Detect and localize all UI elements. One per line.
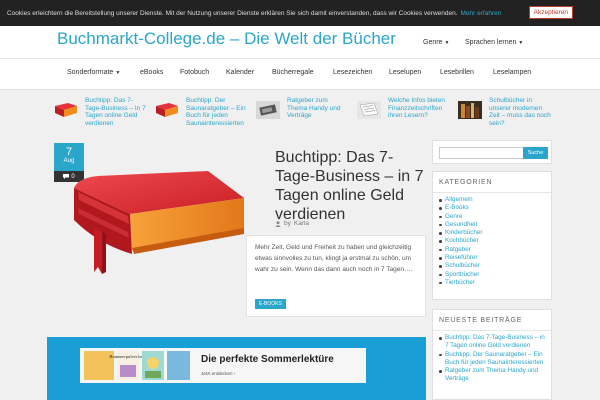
category-item[interactable]: Allgemein bbox=[439, 196, 547, 204]
recent-post-list: Buchtipp: Das 7-Tage-Business – in 7 Tag… bbox=[439, 334, 547, 384]
category-item[interactable]: Gesundheit bbox=[439, 221, 547, 229]
featured-post[interactable]: Buchtipp: Der Saunaratgeber – Ein Buch f… bbox=[155, 97, 247, 133]
caret-down-icon: ▼ bbox=[115, 70, 121, 76]
cookie-more-link[interactable]: Mehr erfahren bbox=[461, 10, 502, 17]
cookie-bar: Cookies erleichtern die Bereitstellung u… bbox=[0, 0, 600, 26]
phone-photo-thumbnail bbox=[256, 101, 280, 119]
widget-title: KATEGORIEN bbox=[439, 179, 493, 186]
caret-down-icon: ▼ bbox=[444, 40, 450, 46]
recent-post-item[interactable]: Ratgeber zum Thema Handy und Verträge bbox=[439, 367, 547, 384]
categories-widget: KATEGORIEN Allgemein E-Books Genre Gesun… bbox=[432, 171, 552, 300]
featured-post[interactable]: Schulbücher in unserer modernen Zeit – m… bbox=[458, 97, 551, 133]
promo-banner: Brunnen-pulver hexe Die perfekte Sommerl… bbox=[47, 337, 426, 400]
recent-post-item[interactable]: Buchtipp: Der Saunaratgeber – Ein Buch f… bbox=[439, 351, 547, 368]
featured-post[interactable]: Welche Infos bieten Finanzzeitschriften … bbox=[357, 97, 449, 133]
category-item[interactable]: E-Books bbox=[439, 204, 547, 212]
post-meta: by Karla bbox=[275, 220, 309, 227]
search-button[interactable]: Suche bbox=[523, 147, 548, 159]
post-title[interactable]: Buchtipp: Das 7-Tage-Business – in 7 Tag… bbox=[275, 148, 425, 224]
category-item[interactable]: Tierbücher bbox=[439, 279, 547, 287]
recent-post-item[interactable]: Buchtipp: Das 7-Tage-Business – in 7 Tag… bbox=[439, 334, 547, 351]
promo-link[interactable]: Jetzt entdecken › bbox=[201, 371, 235, 376]
red-book-image[interactable] bbox=[68, 168, 246, 280]
category-list: Allgemein E-Books Genre Gesundheit Kinde… bbox=[439, 196, 547, 287]
featured-posts: Buchtipp: Das 7-Tage-Business – In 7 Tag… bbox=[0, 90, 600, 134]
category-item[interactable]: Ratgeber bbox=[439, 246, 547, 254]
author-prefix: by bbox=[284, 220, 291, 227]
recent-posts-widget: NEUESTE BEITRÄGE Buchtipp: Das 7-Tage-Bu… bbox=[432, 309, 552, 400]
nav-item-kalender[interactable]: Kalender bbox=[226, 69, 254, 76]
book-cover-text: Brunnen-pulver hexe bbox=[109, 354, 146, 359]
nav-item-lesebrillen[interactable]: Lesebrillen bbox=[440, 69, 474, 76]
site-title[interactable]: Buchmarkt-College.de – Die Welt der Büch… bbox=[57, 29, 396, 49]
cookie-accept-button[interactable]: Akzeptieren bbox=[528, 6, 573, 19]
promo-ad[interactable]: Brunnen-pulver hexe Die perfekte Sommerl… bbox=[80, 348, 366, 383]
search-input[interactable] bbox=[439, 147, 524, 159]
widget-divider bbox=[433, 192, 551, 193]
caret-down-icon: ▼ bbox=[518, 40, 524, 46]
featured-title: Schulbücher in unserer modernen Zeit – m… bbox=[489, 97, 551, 127]
red-book-thumbnail bbox=[55, 103, 77, 117]
post-author[interactable]: Karla bbox=[294, 220, 309, 227]
featured-title: Welche Infos bieten Finanzzeitschriften … bbox=[388, 97, 445, 119]
post-excerpt-box: Mehr Zeit, Geld und Freiheit zu haben un… bbox=[246, 235, 426, 317]
category-tag[interactable]: E-BOOKS bbox=[255, 299, 286, 309]
post-excerpt: Mehr Zeit, Geld und Freiheit zu haben un… bbox=[255, 244, 413, 273]
category-item[interactable]: Reiseführer bbox=[439, 254, 547, 262]
post-month: Aug bbox=[63, 158, 75, 164]
top-nav-genre[interactable]: Genre ▼ bbox=[423, 39, 449, 46]
nav-item-sonderformate[interactable]: Sonderformate ▼ bbox=[67, 69, 120, 76]
top-nav-label: Genre bbox=[423, 39, 443, 46]
user-icon bbox=[275, 220, 281, 227]
top-nav-label: Sprachen lernen bbox=[465, 39, 517, 46]
cookie-message: Cookies erleichtern die Bereitstellung u… bbox=[7, 9, 458, 17]
category-item[interactable]: Genre bbox=[439, 213, 547, 221]
featured-title: Ratgeber zum Thema Handy und Verträge bbox=[287, 97, 341, 119]
nav-item-ebooks[interactable]: eBooks bbox=[140, 69, 163, 76]
search-widget: Suche bbox=[432, 140, 552, 164]
site-header: Buchmarkt-College.de – Die Welt der Büch… bbox=[0, 26, 600, 58]
category-item[interactable]: Kinderbücher bbox=[439, 229, 547, 237]
nav-item-buecherregale[interactable]: Bücherregale bbox=[272, 69, 314, 76]
category-item[interactable]: Sportbücher bbox=[439, 271, 547, 279]
school-books-thumbnail bbox=[458, 101, 482, 119]
post-day: 7 bbox=[65, 146, 73, 158]
main-nav: Sonderformate ▼ eBooks Fotobuch Kalender … bbox=[0, 58, 600, 90]
top-nav-sprachen[interactable]: Sprachen lernen ▼ bbox=[465, 39, 523, 46]
widget-title: NEUESTE BEITRÄGE bbox=[439, 317, 523, 324]
red-book-thumbnail bbox=[156, 103, 178, 117]
nav-item-leselupen[interactable]: Leselupen bbox=[389, 69, 421, 76]
featured-title: Buchtipp: Das 7-Tage-Business – In 7 Tag… bbox=[85, 97, 146, 127]
category-item[interactable]: Schulbücher bbox=[439, 262, 547, 270]
book-covers-image: Brunnen-pulver hexe bbox=[84, 351, 190, 380]
promo-title: Die perfekte Sommerlektüre bbox=[201, 354, 334, 365]
post-date-badge: 7 Aug bbox=[54, 143, 84, 171]
category-item[interactable]: Kochbücher bbox=[439, 237, 547, 245]
nav-item-leselampen[interactable]: Leselampen bbox=[493, 69, 531, 76]
widget-divider bbox=[433, 330, 551, 331]
featured-post[interactable]: Ratgeber zum Thema Handy und Verträge bbox=[256, 97, 348, 133]
nav-item-lesezeichen[interactable]: Lesezeichen bbox=[333, 69, 372, 76]
nav-label: Sonderformate bbox=[67, 69, 114, 76]
featured-post[interactable]: Buchtipp: Das 7-Tage-Business – In 7 Tag… bbox=[54, 97, 146, 133]
featured-title: Buchtipp: Der Saunaratgeber – Ein Buch f… bbox=[186, 97, 246, 127]
newspaper-thumbnail bbox=[357, 101, 381, 119]
nav-item-fotobuch[interactable]: Fotobuch bbox=[180, 69, 209, 76]
